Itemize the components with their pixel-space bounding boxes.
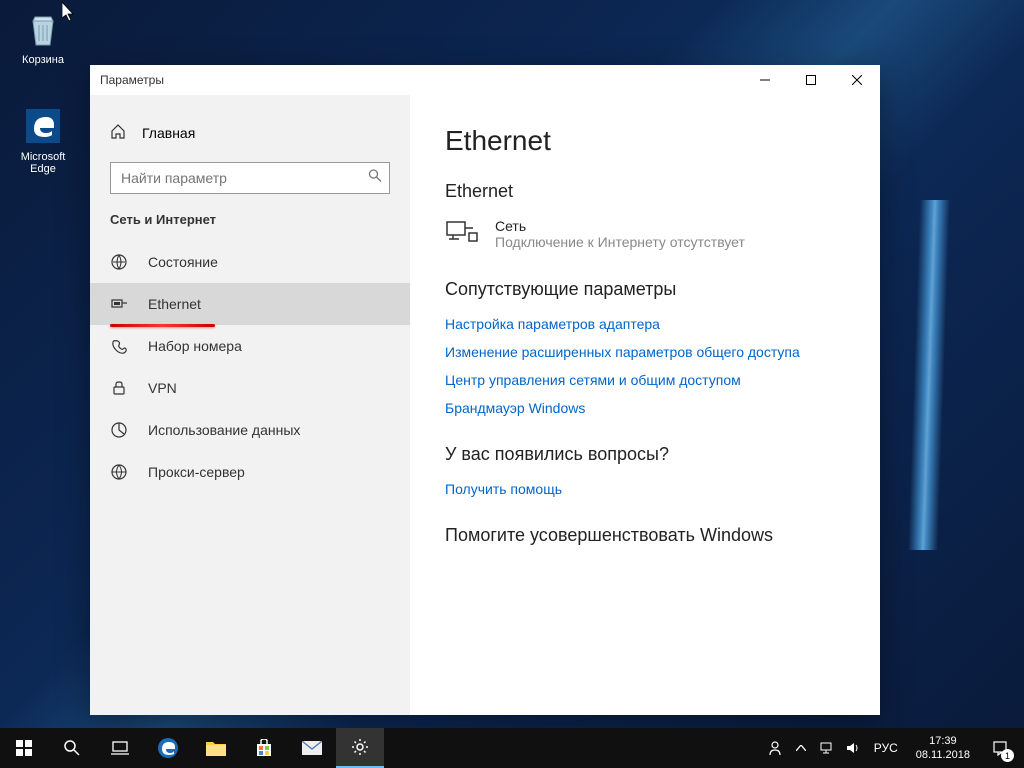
sidebar-item-label: Использование данных (148, 422, 300, 438)
minimize-button[interactable] (742, 65, 788, 95)
cursor-icon (62, 2, 78, 27)
desktop-icon-label: Корзина (8, 54, 78, 66)
tray-network-icon[interactable] (814, 728, 840, 768)
section-title: Ethernet (445, 181, 845, 202)
tray-time: 17:39 (916, 734, 970, 748)
sidebar-category: Сеть и Интернет (90, 212, 410, 241)
vpn-icon (110, 379, 128, 397)
tray-volume-icon[interactable] (840, 728, 866, 768)
desktop-icon-label: Microsoft Edge (8, 151, 78, 175)
dialup-icon (110, 337, 128, 355)
sidebar-item-label: Ethernet (148, 296, 201, 312)
tray-clock[interactable]: 17:39 08.11.2018 (906, 734, 980, 763)
tray-language[interactable]: РУС (866, 741, 906, 755)
edge-icon (22, 105, 64, 147)
sidebar-home-label: Главная (142, 125, 195, 141)
tray-chevron-up-icon[interactable] (788, 728, 814, 768)
related-settings-title: Сопутствующие параметры (445, 279, 845, 300)
network-name: Сеть (495, 218, 745, 234)
titlebar: Параметры (90, 65, 880, 95)
settings-window: Параметры Главная Сеть и Интернет Состоя… (90, 65, 880, 715)
taskbar-search[interactable] (48, 728, 96, 768)
proxy-icon (110, 463, 128, 481)
home-icon (110, 123, 126, 142)
content-pane: Ethernet Ethernet Сеть Подключение к Инт… (410, 95, 880, 715)
task-view-button[interactable] (96, 728, 144, 768)
tray-notifications[interactable]: 1 (980, 728, 1020, 768)
link-windows-firewall[interactable]: Брандмауэр Windows (445, 400, 845, 416)
close-button[interactable] (834, 65, 880, 95)
page-title: Ethernet (445, 125, 845, 157)
network-item[interactable]: Сеть Подключение к Интернету отсутствует (445, 218, 845, 251)
taskbar-file-explorer[interactable] (192, 728, 240, 768)
desktop-icon-edge[interactable]: Microsoft Edge (8, 105, 78, 175)
taskbar: РУС 17:39 08.11.2018 1 (0, 728, 1024, 768)
sidebar-item-dialup[interactable]: Набор номера (90, 325, 410, 367)
window-title: Параметры (100, 73, 164, 87)
sidebar-item-label: Прокси-сервер (148, 464, 245, 480)
link-adapter-settings[interactable]: Настройка параметров адаптера (445, 316, 845, 332)
notification-badge: 1 (1001, 749, 1014, 762)
search-icon (368, 169, 382, 188)
network-icon (445, 218, 479, 251)
recycle-bin-icon (22, 8, 64, 50)
sidebar-item-vpn[interactable]: VPN (90, 367, 410, 409)
sidebar-item-data-usage[interactable]: Использование данных (90, 409, 410, 451)
sidebar: Главная Сеть и Интернет Состояние Ethern… (90, 95, 410, 715)
help-title: У вас появились вопросы? (445, 444, 845, 465)
sidebar-item-label: Набор номера (148, 338, 242, 354)
sidebar-item-proxy[interactable]: Прокси-сервер (90, 451, 410, 493)
status-icon (110, 253, 128, 271)
network-status: Подключение к Интернету отсутствует (495, 234, 745, 250)
ethernet-icon (110, 295, 128, 313)
feedback-title: Помогите усовершенствовать Windows (445, 525, 845, 546)
sidebar-item-label: VPN (148, 380, 177, 396)
taskbar-store[interactable] (240, 728, 288, 768)
taskbar-mail[interactable] (288, 728, 336, 768)
sidebar-item-ethernet[interactable]: Ethernet (90, 283, 410, 325)
link-advanced-sharing[interactable]: Изменение расширенных параметров общего … (445, 344, 845, 360)
search-input[interactable] (110, 162, 390, 194)
sidebar-home[interactable]: Главная (90, 115, 410, 150)
sidebar-item-status[interactable]: Состояние (90, 241, 410, 283)
maximize-button[interactable] (788, 65, 834, 95)
tray-people[interactable] (762, 728, 788, 768)
tray-date: 08.11.2018 (916, 748, 970, 762)
taskbar-settings[interactable] (336, 728, 384, 768)
start-button[interactable] (0, 728, 48, 768)
link-get-help[interactable]: Получить помощь (445, 481, 845, 497)
data-usage-icon (110, 421, 128, 439)
sidebar-item-label: Состояние (148, 254, 218, 270)
taskbar-edge[interactable] (144, 728, 192, 768)
link-network-sharing-center[interactable]: Центр управления сетями и общим доступом (445, 372, 845, 388)
